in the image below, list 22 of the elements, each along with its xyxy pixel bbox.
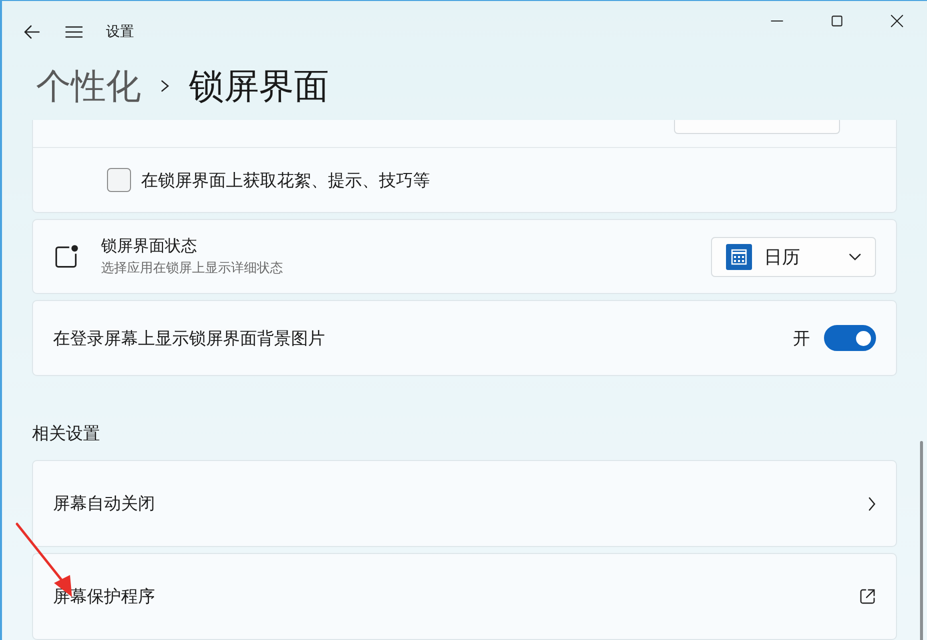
- checkbox-label: 在锁屏界面上获取花絮、提示、技巧等: [141, 170, 430, 192]
- calendar-icon: [726, 244, 752, 270]
- section-heading: 相关设置: [32, 423, 101, 445]
- status-icon: [53, 244, 79, 270]
- settings-link[interactable]: 屏幕自动关闭: [32, 460, 897, 547]
- checkbox[interactable]: [107, 168, 131, 192]
- toggle-switch[interactable]: [824, 325, 876, 352]
- chevron-down-icon: [849, 252, 861, 261]
- setting-title: 锁屏界面状态: [101, 236, 198, 258]
- toggle-state-label: 开: [793, 328, 810, 350]
- link-label: 屏幕自动关闭: [53, 493, 156, 515]
- setting-description: 选择应用在锁屏上显示详细状态: [101, 260, 284, 278]
- scrollbar[interactable]: [920, 441, 923, 640]
- external-link-icon: [859, 588, 876, 605]
- breadcrumb-item[interactable]: 个性化: [36, 62, 141, 110]
- chevron-right-icon: [868, 496, 876, 510]
- dropdown[interactable]: 日历: [711, 236, 876, 277]
- window-title: 设置: [106, 23, 134, 41]
- close-icon[interactable]: [889, 13, 905, 29]
- maximize-icon[interactable]: [829, 13, 845, 29]
- breadcrumb-item: 锁屏界面: [189, 66, 329, 108]
- setting-label: 在登录屏幕上显示锁屏界面背景图片: [53, 328, 326, 350]
